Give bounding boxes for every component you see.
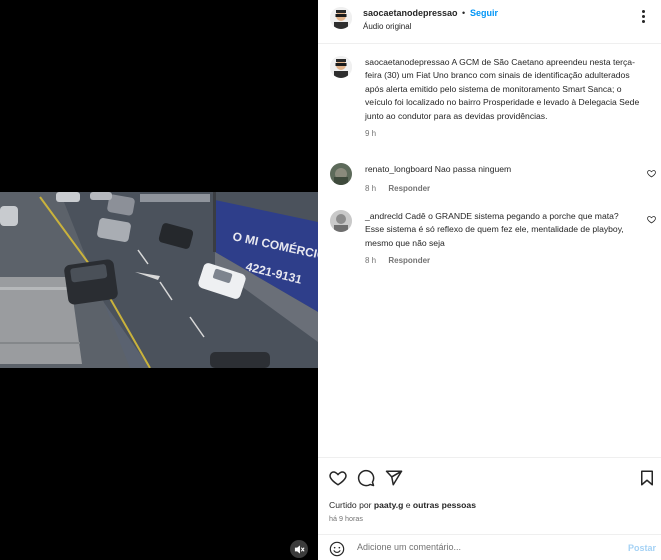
heart-icon[interactable] xyxy=(329,469,347,487)
audio-label[interactable]: Áudio original xyxy=(363,22,411,31)
emoji-icon[interactable] xyxy=(329,541,345,557)
avatar-image xyxy=(330,7,352,29)
comment-avatar[interactable] xyxy=(330,210,352,232)
reply-button[interactable]: Responder xyxy=(388,184,430,193)
comment-username[interactable]: _andrecld xyxy=(365,211,403,221)
comment-text: Cadê o GRANDE sistema pegando a porche q… xyxy=(365,211,624,248)
post-caption: saocaetanodepressao A GCM de São Caetano… xyxy=(365,56,647,140)
author-username[interactable]: saocaetanodepressao xyxy=(363,8,458,18)
more-options-icon[interactable] xyxy=(642,10,646,24)
post-header: saocaetanodepressao • Seguir Áudio origi… xyxy=(318,0,661,44)
likes-prefix: Curtido por xyxy=(329,500,374,510)
comment-item: _andrecld Cadê o GRANDE sistema pegando … xyxy=(365,210,640,268)
comment-avatar[interactable] xyxy=(330,163,352,185)
caption-username[interactable]: saocaetanodepressao xyxy=(365,57,450,67)
likes-others[interactable]: outras pessoas xyxy=(413,500,476,510)
comment-text: Nao passa ninguem xyxy=(434,164,512,174)
caption-avatar[interactable] xyxy=(330,56,352,78)
post-timestamp[interactable]: há 9 horas xyxy=(329,514,363,523)
comment-icon[interactable] xyxy=(357,469,375,487)
comment-input[interactable] xyxy=(357,542,597,552)
caption-time[interactable]: 9 h xyxy=(365,127,647,140)
mute-icon xyxy=(294,544,305,554)
mute-button[interactable] xyxy=(290,540,308,558)
comment-like-heart-icon[interactable] xyxy=(647,215,656,224)
share-icon[interactable] xyxy=(385,469,403,487)
likes-middle: e xyxy=(403,500,413,510)
avatar-image xyxy=(330,163,352,185)
comment-like-heart-icon[interactable] xyxy=(647,169,656,178)
comment-time[interactable]: 8 h xyxy=(365,184,376,193)
avatar-image xyxy=(330,56,352,78)
likes-user[interactable]: paaty.g xyxy=(374,500,403,510)
likes-summary: Curtido por paaty.g e outras pessoas xyxy=(329,500,476,510)
save-icon[interactable] xyxy=(638,469,656,487)
comment-time[interactable]: 8 h xyxy=(365,256,376,265)
post-actions: Curtido por paaty.g e outras pessoas há … xyxy=(318,457,661,560)
post-comment-button[interactable]: Postar xyxy=(628,543,656,553)
avatar-image xyxy=(330,210,352,232)
video-frame: O MI COMÉRCIO D 4221-9131 xyxy=(0,192,318,368)
video-player[interactable]: O MI COMÉRCIO D 4221-9131 xyxy=(0,192,318,368)
add-comment-bar: Postar xyxy=(318,534,661,560)
reply-button[interactable]: Responder xyxy=(388,256,430,265)
comment-username[interactable]: renato_longboard xyxy=(365,164,432,174)
separator-dot: • xyxy=(462,8,466,18)
media-panel: O MI COMÉRCIO D 4221-9131 xyxy=(0,0,318,560)
comment-item: renato_longboard Nao passa ninguem 8 h R… xyxy=(365,163,640,196)
post-details-panel: saocaetanodepressao • Seguir Áudio origi… xyxy=(318,0,661,560)
follow-button[interactable]: Seguir xyxy=(470,8,498,18)
author-avatar[interactable] xyxy=(330,7,352,29)
